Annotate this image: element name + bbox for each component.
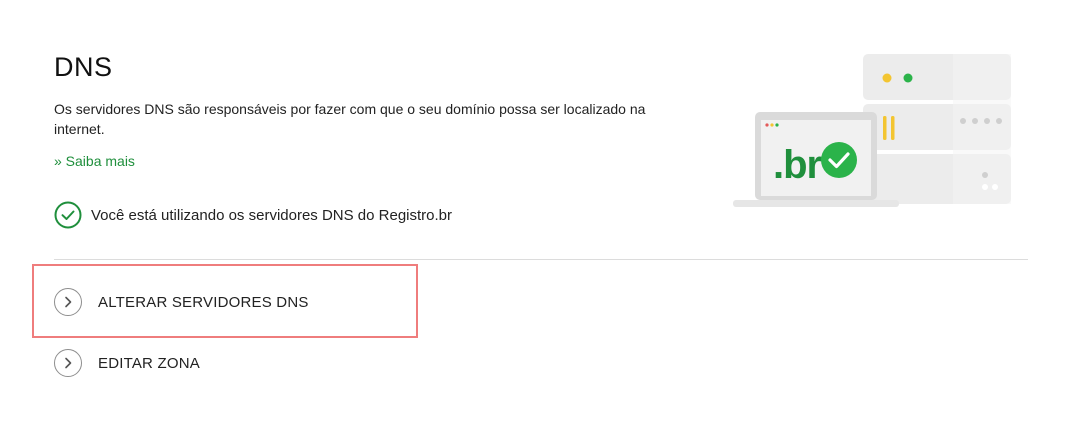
dns-status: Você está utilizando os servidores DNS d…	[54, 201, 452, 229]
server-rack-icon	[863, 54, 1011, 204]
check-circle-icon	[54, 201, 82, 229]
change-dns-servers-button[interactable]: ALTERAR SERVIDORES DNS	[54, 288, 309, 316]
laptop-icon: .br	[733, 112, 899, 207]
section-divider	[54, 259, 1028, 260]
dns-server-illustration: .br	[733, 54, 1011, 207]
page-title: DNS	[54, 52, 113, 82]
dns-description: Os servidores DNS são responsáveis por f…	[54, 101, 646, 137]
dns-status-text: Você está utilizando os servidores DNS d…	[91, 206, 453, 224]
change-dns-servers-label: ALTERAR SERVIDORES DNS	[98, 293, 309, 311]
chevron-right-icon	[54, 288, 82, 316]
edit-zone-label: EDITAR ZONA	[98, 354, 200, 372]
registro-br-logo: .br	[773, 143, 822, 187]
learn-more-link[interactable]: » Saiba mais	[54, 153, 135, 169]
chevron-right-icon	[54, 349, 82, 377]
edit-zone-button[interactable]: EDITAR ZONA	[54, 349, 200, 377]
